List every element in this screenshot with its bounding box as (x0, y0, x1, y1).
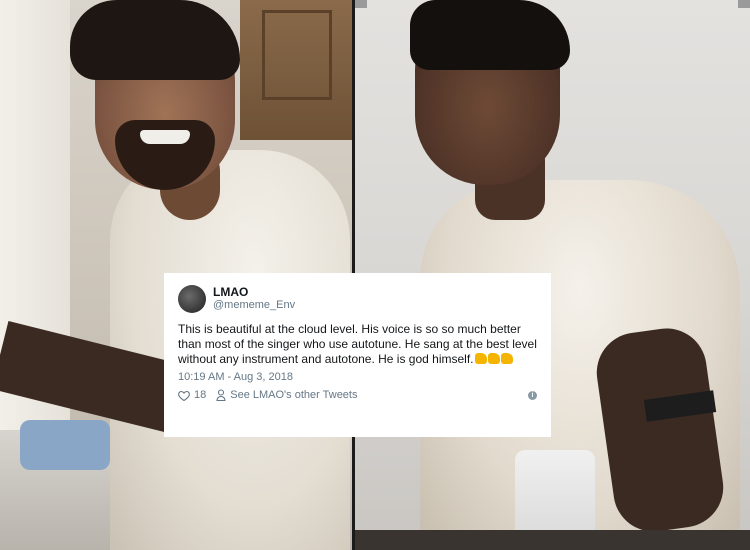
person-icon (216, 389, 226, 401)
video-corner-mark (355, 0, 367, 8)
tweet-author: LMAO @mememe_Env (213, 286, 295, 312)
left-photo-door-panel (262, 10, 332, 100)
author-handle[interactable]: @mememe_Env (213, 299, 295, 312)
author-display-name[interactable]: LMAO (213, 286, 295, 299)
tweet-actions: 18 See LMAO's other Tweets i (178, 389, 537, 401)
clapping-hands-emoji (500, 353, 513, 364)
tweet-header: LMAO @mememe_Env (178, 285, 537, 313)
tweet-card[interactable]: LMAO @mememe_Env This is beautiful at th… (164, 273, 551, 437)
right-photo-floor (355, 530, 750, 550)
meme-image: LMAO @mememe_Env This is beautiful at th… (0, 0, 750, 550)
tweet-timestamp[interactable]: 10:19 AM - Aug 3, 2018 (178, 371, 537, 383)
like-count[interactable]: 18 (194, 389, 206, 401)
avatar[interactable] (178, 285, 206, 313)
heart-icon[interactable] (178, 390, 190, 401)
tweet-body: This is beautiful at the cloud level. Hi… (178, 322, 537, 367)
clapping-hands-emoji (487, 353, 500, 364)
info-icon[interactable]: i (528, 390, 537, 400)
left-photo-cloth (20, 420, 110, 470)
see-other-tweets-link[interactable]: See LMAO's other Tweets (230, 389, 357, 401)
left-photo-hair (70, 0, 240, 80)
left-photo-smile (140, 130, 190, 144)
clapping-hands-emoji (474, 353, 487, 364)
emoji-row (474, 352, 513, 366)
video-corner-mark (738, 0, 750, 8)
right-photo-hair (410, 0, 570, 70)
